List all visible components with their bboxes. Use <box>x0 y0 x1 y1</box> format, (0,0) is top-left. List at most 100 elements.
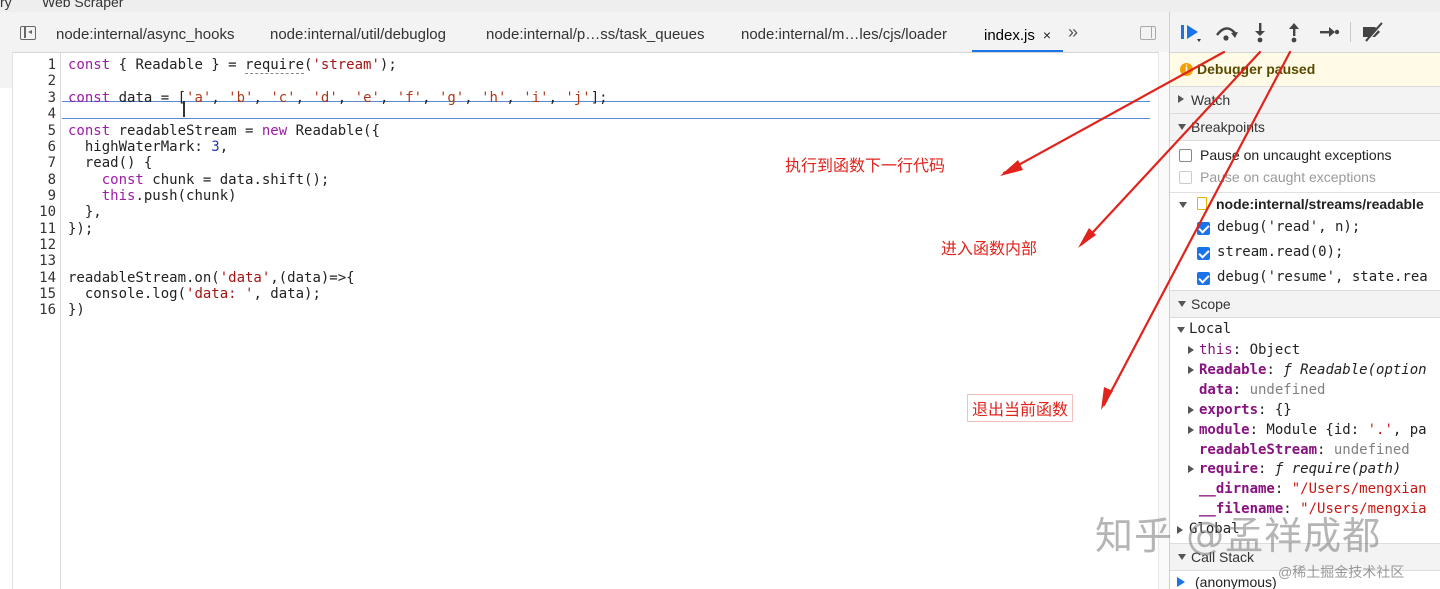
expand-icon[interactable] <box>1188 465 1194 473</box>
step-out-icon[interactable] <box>1284 20 1304 44</box>
scope-var[interactable]: readableStream: undefined <box>1199 442 1410 458</box>
line-number[interactable]: 6 <box>48 139 56 155</box>
resume-icon[interactable] <box>1178 20 1204 44</box>
breakpoint-checkbox[interactable] <box>1197 222 1210 235</box>
tab-label: index.js <box>984 27 1035 44</box>
debugger-sidebar: i Debugger paused Watch Breakpoints Paus… <box>1169 12 1440 589</box>
source-editor: node:internal/async_hooks node:internal/… <box>0 12 1170 589</box>
section-title: Breakpoints <box>1191 119 1265 135</box>
navigator-toggle-icon[interactable] <box>20 26 36 40</box>
left-edge-panel <box>0 52 13 589</box>
current-frame-icon <box>1177 577 1185 587</box>
editor-tab-bar: node:internal/async_hooks node:internal/… <box>0 12 1169 53</box>
menu-item-partial[interactable]: ry <box>0 0 12 10</box>
close-icon[interactable]: × <box>1043 27 1051 43</box>
tab-cjs-loader[interactable]: node:internal/m…les/cjs/loader <box>741 12 947 52</box>
scope-var[interactable]: require: ƒ require(path) <box>1199 461 1401 477</box>
code-line: read() { <box>68 155 153 171</box>
code-line: }); <box>68 221 94 237</box>
code-line: readableStream.on('data',(data)=>{ <box>68 270 355 286</box>
tab-task-queues[interactable]: node:internal/p…ss/task_queues <box>486 12 704 52</box>
pause-uncaught-label: Pause on uncaught exceptions <box>1200 147 1392 163</box>
expand-icon[interactable] <box>1188 426 1194 434</box>
scope-var[interactable]: this: Object <box>1199 342 1300 358</box>
annotation-step-out: 退出当前函数 <box>967 394 1074 422</box>
scope-local[interactable]: Local <box>1189 321 1231 337</box>
debugger-paused-banner: i Debugger paused <box>1170 53 1440 87</box>
breakpoint-code[interactable]: debug('resume', state.rea <box>1217 269 1428 285</box>
line-number[interactable]: 3 <box>48 90 56 106</box>
code-line: }, <box>68 204 102 220</box>
line-number[interactable]: 2 <box>48 73 56 89</box>
section-watch[interactable]: Watch <box>1170 86 1440 114</box>
section-title: Scope <box>1191 296 1231 312</box>
tab-async-hooks[interactable]: node:internal/async_hooks <box>56 12 234 52</box>
tab-label: node:internal/util/debuglog <box>270 26 446 43</box>
breakpoint-code[interactable]: stream.read(0); <box>1217 244 1343 260</box>
pause-uncaught-checkbox[interactable] <box>1179 149 1192 162</box>
sidebar-toggle-icon[interactable] <box>1140 26 1156 40</box>
step-over-icon[interactable] <box>1212 20 1240 44</box>
step-into-icon[interactable] <box>1250 20 1270 44</box>
call-frame[interactable]: (anonymous) <box>1195 574 1277 589</box>
scope-var[interactable]: Readable: ƒ Readable(option <box>1199 362 1427 378</box>
expanded-icon[interactable] <box>1177 327 1185 333</box>
expand-icon[interactable] <box>1188 366 1194 374</box>
line-number[interactable]: 14 <box>39 270 56 286</box>
line-number[interactable]: 5 <box>48 123 56 139</box>
info-icon: i <box>1180 63 1193 76</box>
step-icon[interactable] <box>1318 20 1340 44</box>
section-title: Watch <box>1191 92 1231 108</box>
expanded-icon[interactable] <box>1179 202 1187 208</box>
deactivate-breakpoints-icon[interactable] <box>1360 20 1386 44</box>
breakpoint-file[interactable]: node:internal/streams/readable <box>1216 196 1424 212</box>
expand-icon[interactable] <box>1188 346 1194 354</box>
scope-var[interactable]: data: undefined <box>1199 382 1325 398</box>
line-number[interactable]: 7 <box>48 155 56 171</box>
code-line: const { Readable } = require('stream'); <box>68 57 397 74</box>
tab-label: node:internal/p…ss/task_queues <box>486 26 705 43</box>
line-number[interactable]: 1 <box>48 57 56 73</box>
line-number-gutter[interactable]: 1 2 3 4 5 6 7 8 9 10 11 12 13 14 15 16 <box>12 53 61 589</box>
tab-label: node:internal/m…les/cjs/loader <box>741 26 947 43</box>
line-number[interactable]: 13 <box>39 253 56 269</box>
collapsed-icon <box>1178 95 1184 103</box>
watermark-juejin: @稀土掘金技术社区 <box>1278 564 1405 580</box>
line-number[interactable]: 4 <box>48 106 56 122</box>
expand-icon[interactable] <box>1188 406 1194 414</box>
annotation-step-into: 进入函数内部 <box>941 241 1038 258</box>
paused-status: Debugger paused <box>1197 61 1316 77</box>
section-breakpoints[interactable]: Breakpoints <box>1170 113 1440 141</box>
line-number[interactable]: 10 <box>39 204 56 220</box>
line-number[interactable]: 9 <box>48 188 56 204</box>
file-icon <box>1197 197 1207 210</box>
pause-caught-label: Pause on caught exceptions <box>1200 169 1376 185</box>
breakpoint-checkbox[interactable] <box>1197 247 1210 260</box>
tab-index-js[interactable]: index.js × <box>972 12 1064 52</box>
code-line: const data = ['a', 'b', 'c', 'd', 'e', '… <box>68 90 608 106</box>
code-content[interactable]: const { Readable } = require('stream'); … <box>68 53 1158 589</box>
debugger-toolbar <box>1170 12 1440 53</box>
code-line: const readableStream = new Readable({ <box>68 123 380 139</box>
line-number[interactable]: 12 <box>39 237 56 253</box>
breakpoint-code[interactable]: debug('read', n); <box>1217 219 1360 235</box>
expanded-icon <box>1178 301 1186 307</box>
code-line: this.push(chunk) <box>101 188 237 204</box>
line-number[interactable]: 16 <box>39 302 56 318</box>
line-number[interactable]: 15 <box>39 286 56 302</box>
line-number[interactable]: 11 <box>39 221 56 237</box>
code-line: console.log('data: ', data); <box>68 286 321 302</box>
breakpoint-checkbox[interactable] <box>1197 272 1210 285</box>
section-scope[interactable]: Scope <box>1170 290 1440 318</box>
scope-var[interactable]: exports: {} <box>1199 402 1292 418</box>
line-number[interactable]: 8 <box>48 172 56 188</box>
tab-debuglog[interactable]: node:internal/util/debuglog <box>270 12 446 52</box>
code-line: const chunk = data.shift(); <box>101 172 330 188</box>
more-tabs-icon[interactable]: » <box>1068 22 1078 43</box>
tab-label: node:internal/async_hooks <box>56 26 235 43</box>
menu-item-web-scraper[interactable]: Web Scraper <box>42 0 123 10</box>
scope-var[interactable]: module: Module {id: '.', pa <box>1199 422 1427 438</box>
code-line: }) <box>68 302 85 318</box>
pause-caught-checkbox[interactable] <box>1179 171 1192 184</box>
scope-var[interactable]: __dirname: "/Users/mengxian <box>1199 481 1427 497</box>
